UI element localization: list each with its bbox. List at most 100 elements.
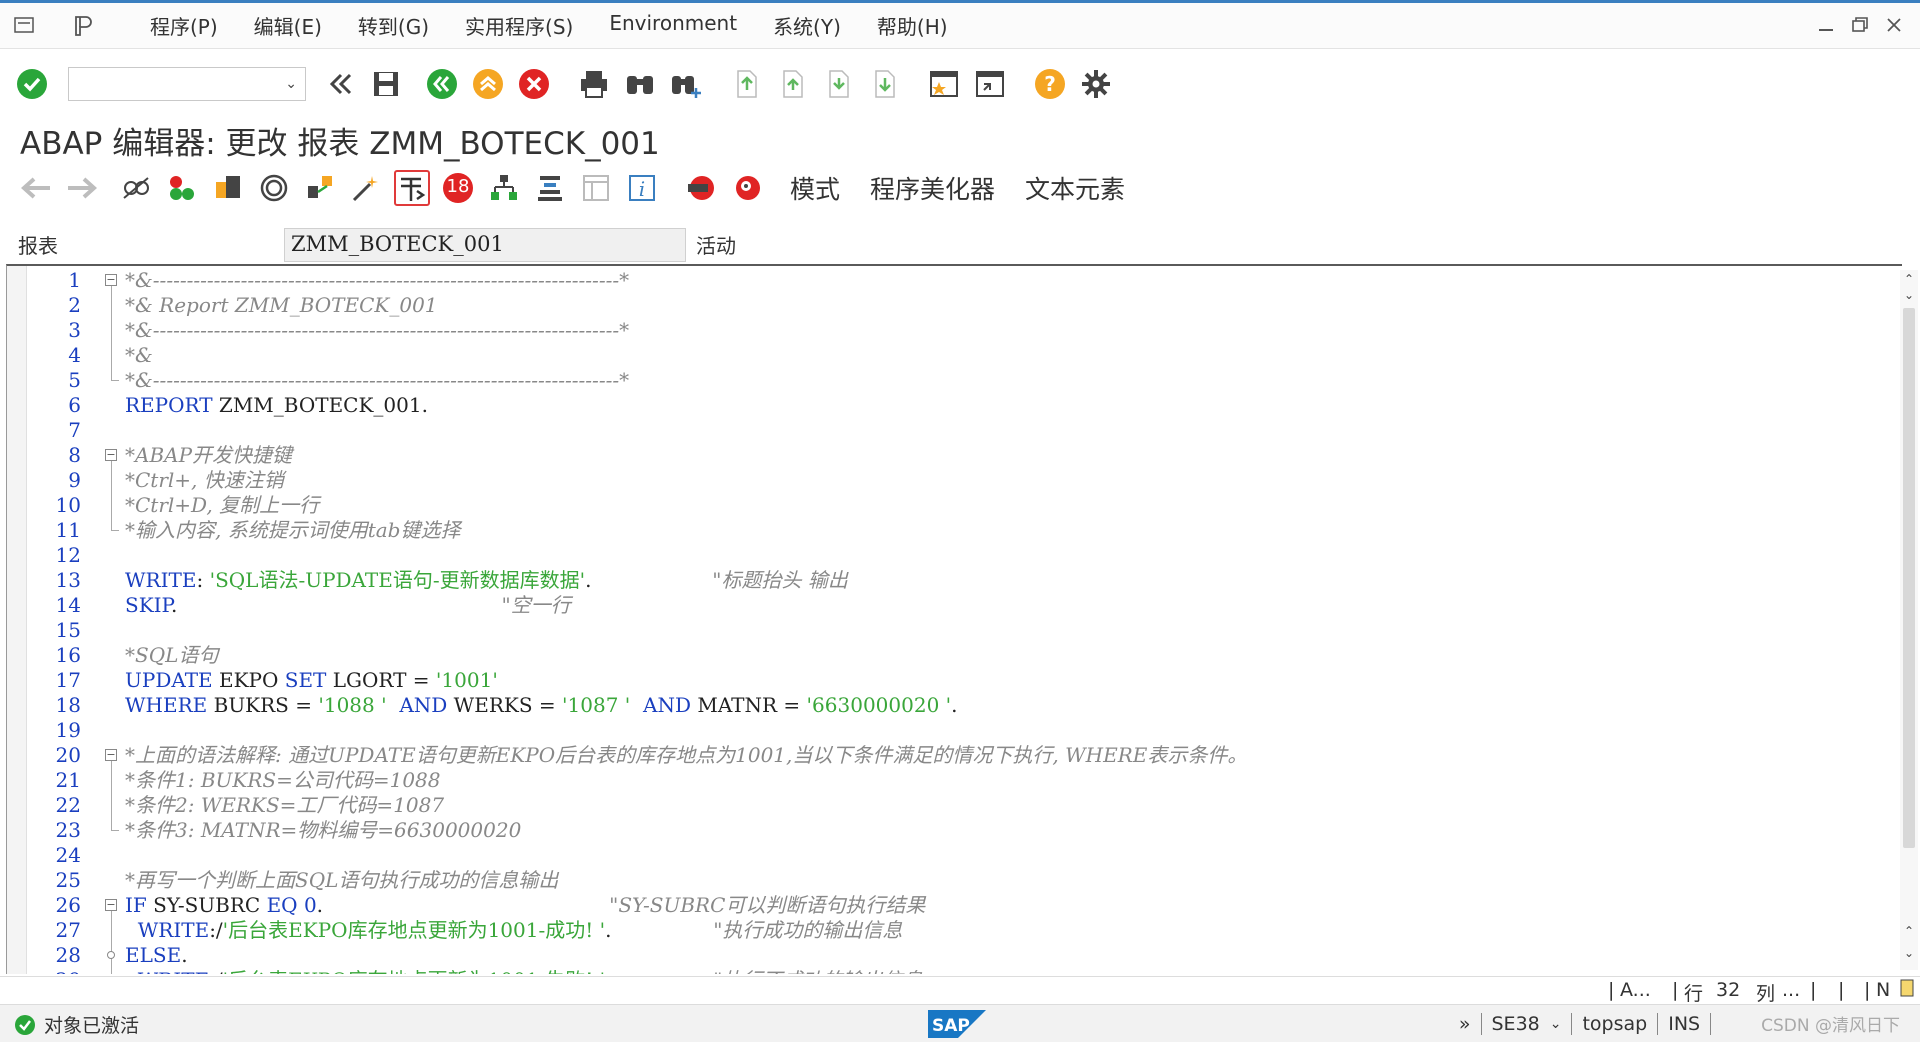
menu-item[interactable]: 转到(G) <box>358 11 429 40</box>
menu-item[interactable]: 编辑(E) <box>254 11 322 40</box>
window-menu-icon[interactable] <box>10 11 40 41</box>
arrow-left-icon[interactable] <box>18 170 54 206</box>
scroll-down-icon[interactable]: ⌃ <box>1902 924 1916 938</box>
scroll-bottom-icon[interactable]: ⌄ <box>1902 946 1916 960</box>
check-icon[interactable] <box>14 66 50 102</box>
code-line[interactable]: 17 UPDATE EKPO SET LGORT = '1001' <box>27 668 1877 693</box>
fold-toggle-icon[interactable]: − <box>105 443 119 468</box>
code-line[interactable]: 28 ELSE. <box>27 943 1877 968</box>
code-line[interactable]: 16 *SQL语句 <box>27 643 1877 668</box>
scrollbar-thumb[interactable] <box>1903 308 1915 848</box>
activate-icon[interactable] <box>394 170 430 206</box>
set-breakpoint-icon[interactable] <box>684 170 720 206</box>
list-indent-icon[interactable] <box>532 170 568 206</box>
display-change-icon[interactable] <box>118 170 154 206</box>
code-line[interactable]: 26− IF SY-SUBRC EQ 0. "SY-SUBRC可以判断语句执行结果 <box>27 893 1877 918</box>
code-line[interactable]: 24 <box>27 843 1877 868</box>
magic-wand-icon[interactable] <box>348 170 384 206</box>
code-line[interactable]: 2 *& Report ZMM_BOTECK_001 <box>27 293 1877 318</box>
cancel-icon[interactable] <box>516 66 552 102</box>
last-page-icon[interactable] <box>866 66 902 102</box>
code-text: *Ctrl+D, 复制上一行 <box>125 493 319 518</box>
where-used-icon[interactable] <box>302 170 338 206</box>
info-icon[interactable]: i <box>624 170 660 206</box>
insert-mode[interactable]: INS <box>1668 1013 1700 1035</box>
check-syntax-icon[interactable] <box>256 170 292 206</box>
transaction-code[interactable]: SE38 <box>1492 1013 1540 1035</box>
code-line[interactable]: 15 <box>27 618 1877 643</box>
fold-toggle-icon[interactable]: − <box>105 893 119 918</box>
fold-toggle-icon[interactable]: − <box>105 743 119 768</box>
code-line[interactable]: 29 WRITE:/'后台表EKPO库存地点更新为1001-失败! '. "执行… <box>27 968 1877 974</box>
code-line[interactable]: 23 *条件3: MATNR=物料编号=6630000020 <box>27 818 1877 843</box>
code-line[interactable]: 11 *输入内容, 系统提示词使用tab键选择 <box>27 518 1877 543</box>
code-line[interactable]: 21 *条件1: BUKRS=公司代码=1088 <box>27 768 1877 793</box>
chevron-down-icon[interactable]: ⌄ <box>1550 1016 1562 1032</box>
help-icon[interactable]: ? <box>1032 66 1068 102</box>
status-expand-icon[interactable]: » <box>1459 1013 1471 1035</box>
exit-icon[interactable] <box>470 66 506 102</box>
report-name-field[interactable]: ZMM_BOTECK_001 <box>284 228 686 262</box>
breakpoint-icon[interactable]: 18 <box>440 170 476 206</box>
save-icon[interactable] <box>368 66 404 102</box>
print-icon[interactable] <box>576 66 612 102</box>
code-line[interactable]: 12 <box>27 543 1877 568</box>
code-line[interactable]: 4 *& <box>27 343 1877 368</box>
minimize-icon[interactable] <box>1814 13 1838 37</box>
fold-toggle-icon[interactable]: − <box>105 268 119 293</box>
code-line[interactable]: 13 WRITE: 'SQL语法-UPDATE语句-更新数据库数据'. "标题抬头… <box>27 568 1877 593</box>
external-breakpoint-icon[interactable] <box>730 170 766 206</box>
line-number: 16 <box>55 643 81 667</box>
command-field[interactable]: ⌄ <box>68 67 306 101</box>
code-line[interactable]: 27 WRITE:/'后台表EKPO库存地点更新为1001-成功! '. "执行… <box>27 918 1877 943</box>
first-page-icon[interactable] <box>728 66 764 102</box>
arrow-right-icon[interactable] <box>64 170 100 206</box>
code-line[interactable]: 1− *&------------------------------------… <box>27 268 1877 293</box>
menu-item[interactable]: 帮助(H) <box>877 11 948 40</box>
code-line[interactable]: 7 <box>27 418 1877 443</box>
split-screen-icon[interactable] <box>578 170 614 206</box>
prev-page-icon[interactable] <box>774 66 810 102</box>
back-icon[interactable] <box>424 66 460 102</box>
chevron-down-icon[interactable]: ⌄ <box>285 76 297 92</box>
code-line[interactable]: 5 *&-------------------------------------… <box>27 368 1877 393</box>
vertical-scrollbar[interactable]: ⌃ ⌄ ⌃ ⌄ <box>1900 270 1918 970</box>
code-line[interactable]: 8− *ABAP开发快捷键 <box>27 443 1877 468</box>
close-window-icon[interactable] <box>1882 13 1906 37</box>
other-object-icon[interactable] <box>210 170 246 206</box>
code-line[interactable]: 14 SKIP. "空一行 <box>27 593 1877 618</box>
scroll-up-icon[interactable]: ⌄ <box>1902 288 1916 302</box>
menu-item[interactable]: 程序(P) <box>150 11 218 40</box>
code-line[interactable]: 3 *&-------------------------------------… <box>27 318 1877 343</box>
code-line[interactable]: 22 *条件2: WERKS=工厂代码=1087 <box>27 793 1877 818</box>
mode-button[interactable]: 模式 <box>790 170 840 206</box>
menu-item[interactable]: 系统(Y) <box>773 11 841 40</box>
code-line[interactable]: 18 WHERE BUKRS = '1088 ' AND WERKS = '108… <box>27 693 1877 718</box>
sap-menu-icon[interactable] <box>68 11 98 41</box>
code-line[interactable]: 25 *再写一个判断上面SQL语句执行成功的信息输出 <box>27 868 1877 893</box>
code-line[interactable]: 20− *上面的语法解释: 通过UPDATE语句更新EKPO后台表的库存地点为10… <box>27 743 1877 768</box>
back-double-icon[interactable] <box>322 66 358 102</box>
editor-status-icon[interactable] <box>1900 979 1914 1002</box>
find-next-icon[interactable] <box>668 66 704 102</box>
pretty-printer-button[interactable]: 程序美化器 <box>870 170 995 206</box>
next-page-icon[interactable] <box>820 66 856 102</box>
scroll-top-icon[interactable]: ⌃ <box>1902 272 1916 286</box>
bookmark-icon[interactable] <box>926 66 962 102</box>
menu-item[interactable]: 实用程序(S) <box>465 11 573 40</box>
code-editor[interactable]: 1− *&------------------------------------… <box>6 264 1902 974</box>
active-inactive-icon[interactable] <box>164 170 200 206</box>
hierarchy-icon[interactable] <box>486 170 522 206</box>
text-elements-button[interactable]: 文本元素 <box>1025 170 1125 206</box>
code-line[interactable]: 9 *Ctrl+, 快速注销 <box>27 468 1877 493</box>
layout-icon[interactable] <box>972 66 1008 102</box>
code-line[interactable]: 10 *Ctrl+D, 复制上一行 <box>27 493 1877 518</box>
code-line[interactable]: 19 <box>27 718 1877 743</box>
code-line[interactable]: 6 REPORT ZMM_BOTECK_001. <box>27 393 1877 418</box>
settings-icon[interactable] <box>1078 66 1114 102</box>
code-text: *&--------------------------------------… <box>125 268 629 293</box>
page-title: ABAP 编辑器: 更改 报表 ZMM_BOTECK_001 <box>20 126 660 162</box>
menu-item[interactable]: Environment <box>609 11 737 40</box>
restore-icon[interactable] <box>1848 13 1872 37</box>
find-icon[interactable] <box>622 66 658 102</box>
